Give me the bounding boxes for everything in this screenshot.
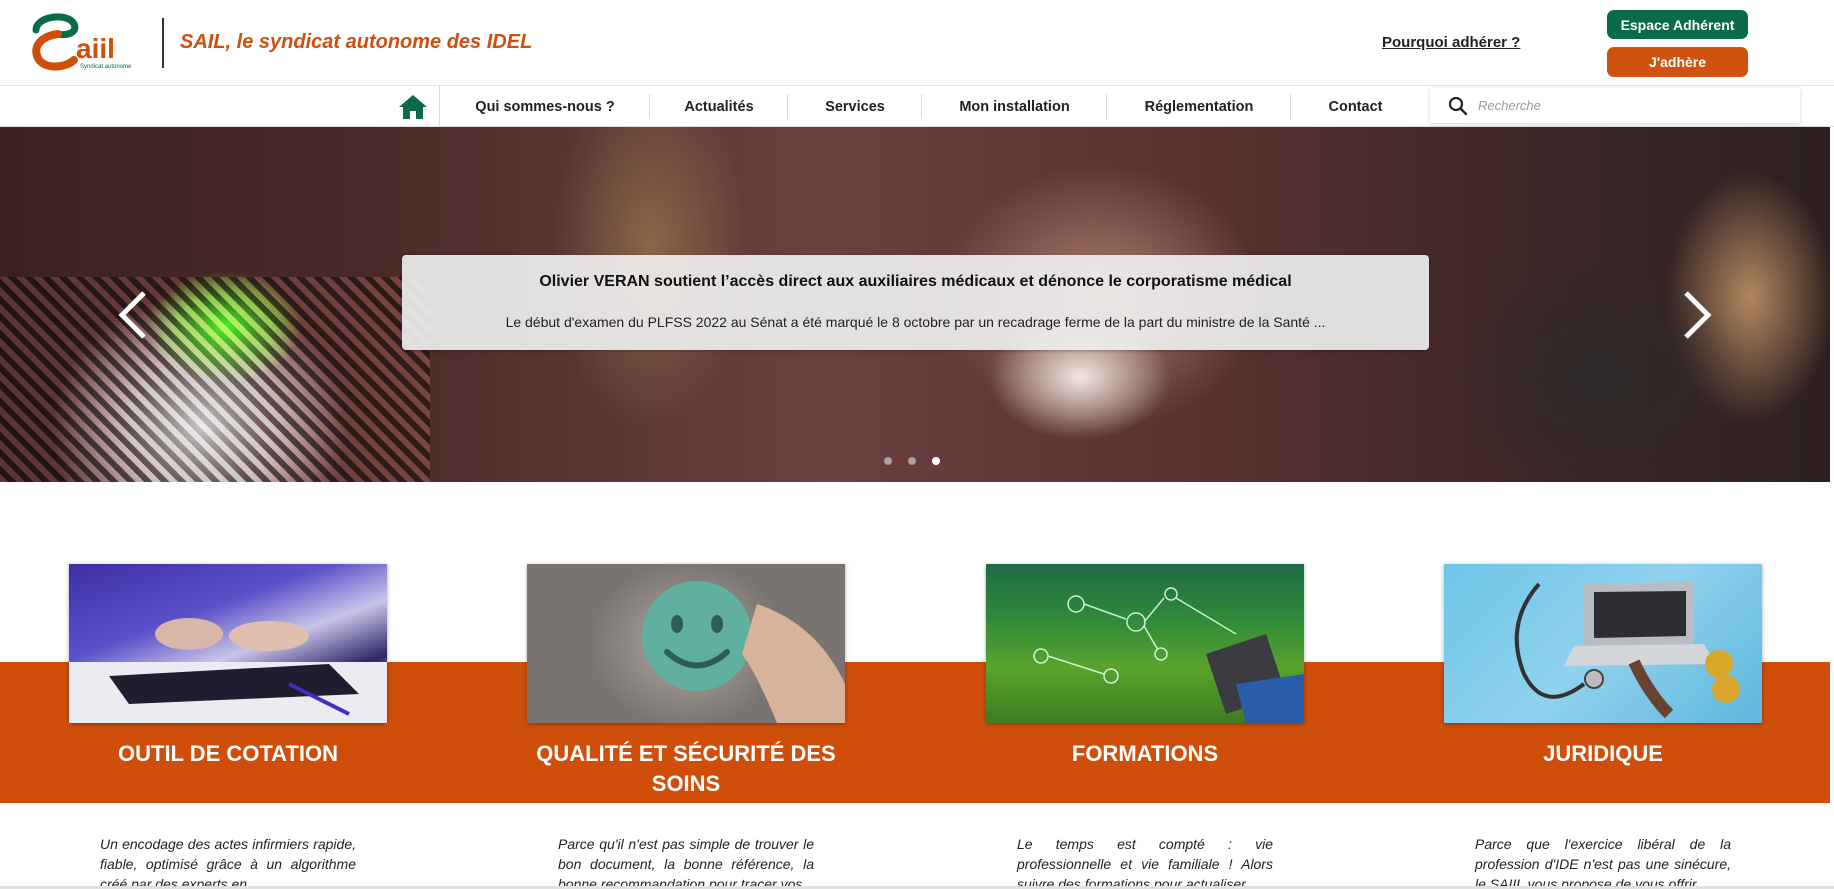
slide-dot[interactable] (884, 457, 892, 465)
search-input[interactable] (1478, 98, 1778, 113)
service-card-cotation[interactable]: OUTIL DE COTATION Un encodage des actes … (69, 564, 387, 889)
card-title[interactable]: JURIDIQUE (1424, 739, 1782, 769)
chevron-right-icon (1684, 291, 1712, 339)
slide-text: Le début d'examen du PLFSS 2022 au Sénat… (505, 314, 1326, 330)
slide-dot[interactable] (908, 457, 916, 465)
slide-indicators (884, 457, 940, 465)
card-title[interactable]: FORMATIONS (966, 739, 1324, 769)
member-space-button[interactable]: Espace Adhérent (1607, 10, 1748, 39)
card-text: Le temps est compté : vie professionnell… (1017, 836, 1273, 889)
nav-item-qui-sommes-nous[interactable]: Qui sommes-nous ? (440, 86, 650, 127)
nav-item-services[interactable]: Services (788, 86, 922, 127)
service-card-qualite[interactable]: QUALITÉ ET SÉCURITÉ DES SOINS Parce qu'i… (527, 564, 845, 889)
card-text: Un encodage des actes infirmiers rapide,… (100, 836, 356, 889)
svg-text:aiil: aiil (76, 33, 115, 64)
join-button[interactable]: J'adhère (1607, 47, 1748, 77)
main-nav: Qui sommes-nous ? Actualités Services Mo… (0, 86, 1834, 127)
why-join-link[interactable]: Pourquoi adhérer ? (1382, 34, 1520, 51)
home-icon (398, 94, 427, 119)
slide-dot-active[interactable] (932, 457, 940, 465)
next-slide-button[interactable] (1678, 287, 1718, 343)
card-text: Parce que l'exercice libéral de la profe… (1475, 836, 1731, 889)
site-header: aiil Syndicat autonome SAIL, le syndicat… (0, 0, 1834, 86)
service-card-juridique[interactable]: JURIDIQUE Parce que l'exercice libéral d… (1444, 564, 1762, 889)
card-text: Parce qu'il n'est pas simple de trouver … (558, 836, 814, 889)
card-image-laptop-stethoscope[interactable] (1444, 564, 1762, 723)
slide-caption[interactable]: Olivier VERAN soutient l’accès direct au… (402, 255, 1429, 350)
site-tagline: SAIL, le syndicat autonome des IDEL (180, 31, 533, 53)
card-title[interactable]: QUALITÉ ET SÉCURITÉ DES SOINS (507, 739, 865, 799)
chevron-left-icon (118, 291, 146, 339)
logo-separator (162, 18, 164, 68)
svg-text:Syndicat autonome: Syndicat autonome (80, 64, 132, 70)
site-logo[interactable]: aiil Syndicat autonome (28, 10, 144, 74)
nav-items: Qui sommes-nous ? Actualités Services Mo… (440, 86, 1420, 127)
slide-title[interactable]: Olivier VERAN soutient l’accès direct au… (402, 273, 1429, 291)
nav-item-actualites[interactable]: Actualités (650, 86, 788, 127)
nav-home[interactable] (386, 86, 440, 127)
hero-image (0, 277, 430, 482)
nav-item-reglementation[interactable]: Réglementation (1107, 86, 1291, 127)
search-box (1430, 88, 1800, 123)
card-image-typing[interactable] (69, 564, 387, 723)
nav-item-contact[interactable]: Contact (1291, 86, 1420, 127)
hero-slider: Olivier VERAN soutient l’accès direct au… (0, 127, 1830, 482)
card-title[interactable]: OUTIL DE COTATION (49, 739, 407, 769)
service-card-formations[interactable]: FORMATIONS Le temps est compté : vie pro… (986, 564, 1304, 889)
previous-slide-button[interactable] (112, 287, 152, 343)
card-image-laptop-grass[interactable] (986, 564, 1304, 723)
search-icon[interactable] (1448, 95, 1470, 117)
card-image-smiley[interactable] (527, 564, 845, 723)
nav-item-mon-installation[interactable]: Mon installation (922, 86, 1107, 127)
